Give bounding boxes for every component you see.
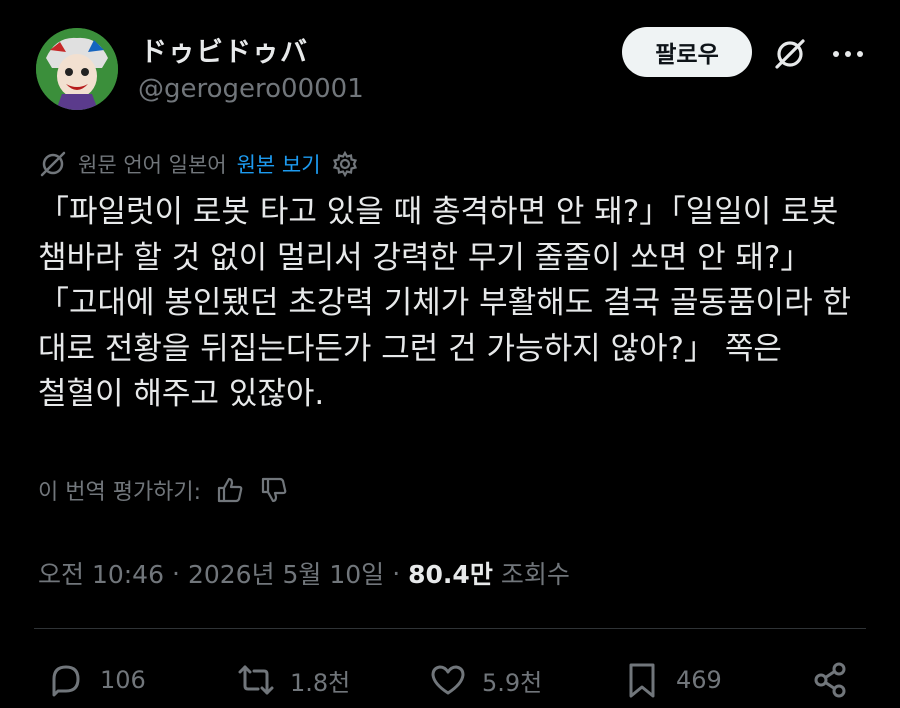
grok-icon[interactable] xyxy=(770,34,810,74)
heart-icon xyxy=(431,665,465,695)
bookmark-count: 469 xyxy=(676,666,722,694)
thumbs-down-icon[interactable] xyxy=(259,475,289,505)
views-count: 80.4만 xyxy=(408,560,493,589)
reply-icon xyxy=(52,665,80,697)
thumbs-up-icon[interactable] xyxy=(215,475,245,505)
more-icon[interactable] xyxy=(828,36,868,72)
tweet-time[interactable]: 오전 10:46 xyxy=(38,555,164,591)
translation-notice: 원문 언어 일본어 원본 보기 xyxy=(38,147,359,181)
translation-language-label: 원문 언어 일본어 xyxy=(78,153,227,177)
separator-dot: · xyxy=(172,558,180,588)
views-label: 조회수 xyxy=(500,560,570,589)
tweet-text: 「파일럿이 로봇 타고 있을 때 총격하면 안 돼?」「일일이 로봇 챔바라 할… xyxy=(38,194,861,412)
share-button[interactable] xyxy=(810,656,864,704)
divider xyxy=(34,628,866,629)
separator-dot: · xyxy=(392,558,401,588)
avatar-illustration xyxy=(36,28,118,110)
gear-icon[interactable] xyxy=(331,150,359,178)
like-count: 5.9천 xyxy=(482,668,543,697)
repost-icon xyxy=(238,665,274,695)
repost-button[interactable]: 1.8천 xyxy=(236,656,350,704)
grok-icon xyxy=(40,151,66,177)
avatar[interactable] xyxy=(36,28,118,110)
rate-translation: 이 번역 평가하기: xyxy=(38,472,289,508)
reply-count: 106 xyxy=(100,666,146,694)
follow-button[interactable]: 팔로우 xyxy=(622,27,752,77)
rate-translation-label: 이 번역 평가하기: xyxy=(38,480,202,505)
bookmark-icon xyxy=(629,663,655,698)
share-icon xyxy=(814,662,846,698)
like-button[interactable]: 5.9천 xyxy=(428,656,542,704)
display-name[interactable]: ドゥビドゥバ xyxy=(140,30,308,69)
reply-button[interactable]: 106 xyxy=(46,656,146,704)
show-original-link[interactable]: 원본 보기 xyxy=(237,149,321,179)
bookmark-button[interactable]: 469 xyxy=(622,656,722,704)
user-handle[interactable]: @gerogero00001 xyxy=(138,74,364,104)
repost-count: 1.8천 xyxy=(290,668,351,697)
tweet-metadata: 오전 10:46 · 2026년 5월 10일 · 80.4만 조회수 xyxy=(38,554,570,592)
tweet-date[interactable]: 2026년 5월 10일 xyxy=(188,555,384,591)
